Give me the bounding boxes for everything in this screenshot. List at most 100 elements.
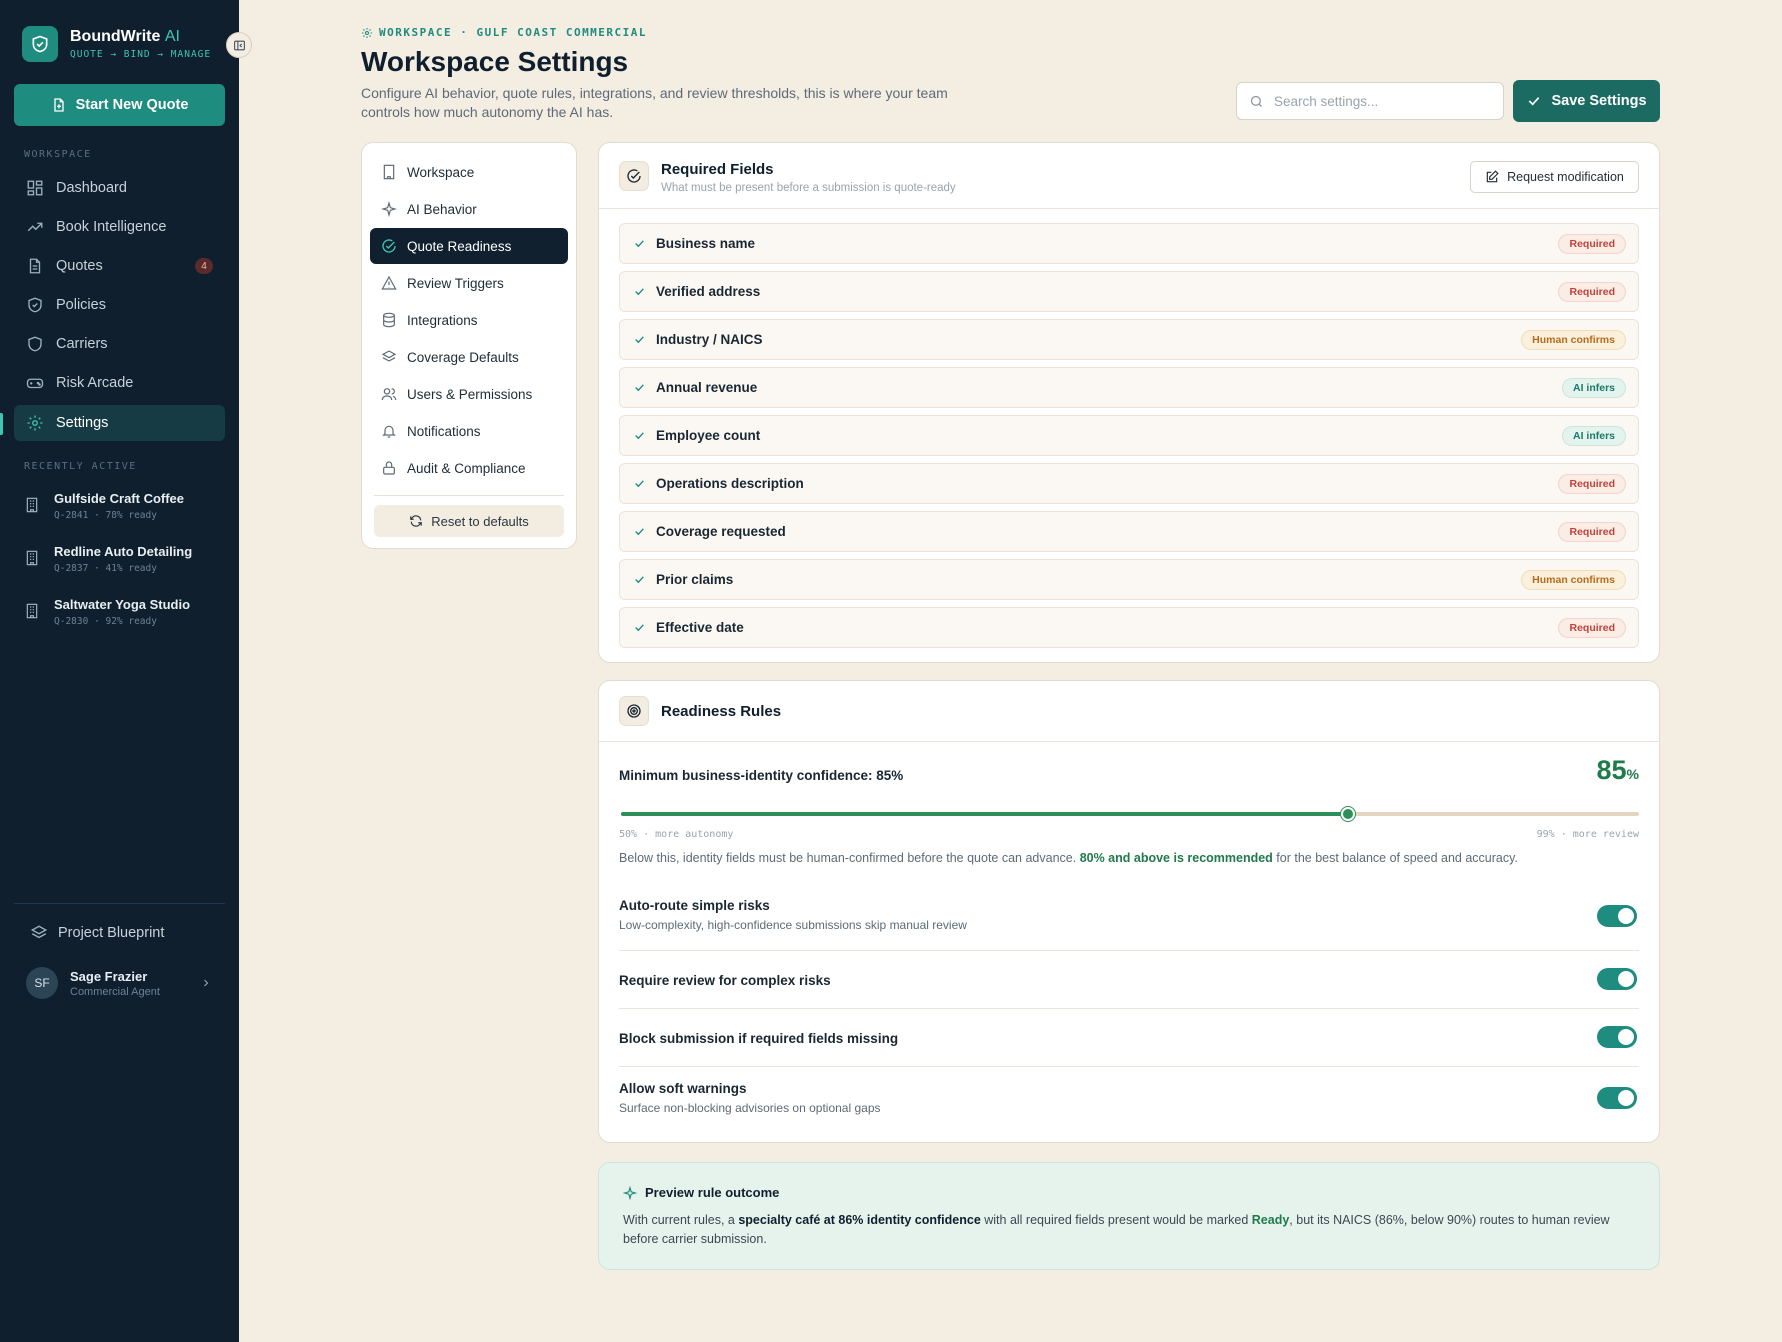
- required-fields-title: Required Fields: [661, 161, 774, 178]
- gear-icon: [27, 415, 43, 431]
- shield-check-icon: [28, 297, 42, 313]
- recent-item[interactable]: Saltwater Yoga Studio Q-2830 · 92% ready: [24, 597, 190, 627]
- confidence-threshold-label: Minimum business-identity confidence: 85…: [619, 768, 904, 783]
- trend-icon: [27, 222, 43, 232]
- settings-nav-notifications[interactable]: Notifications: [370, 413, 568, 449]
- toggle-title: Require review for complex risks: [619, 973, 831, 988]
- complex-review-toggle[interactable]: [1597, 968, 1637, 990]
- search-icon: [1250, 95, 1262, 107]
- recent-item-name: Gulfside Craft Coffee: [54, 491, 185, 506]
- recent-section-label: RECENTLY ACTIVE: [24, 461, 137, 472]
- settings-nav-integrations[interactable]: Integrations: [370, 302, 568, 338]
- sidebar-item-policies[interactable]: Policies: [14, 287, 225, 323]
- bell-icon: [382, 425, 396, 438]
- field-row[interactable]: Annual revenue AI infers: [619, 367, 1639, 408]
- chevron-right-icon[interactable]: [200, 976, 212, 990]
- collapse-sidebar-button[interactable]: [226, 32, 252, 58]
- user-profile[interactable]: SF Sage Frazier Commercial Agent: [26, 967, 160, 999]
- field-row[interactable]: Business name Required: [619, 223, 1639, 264]
- gamepad-icon: [26, 378, 44, 389]
- check-icon: [635, 384, 644, 392]
- recent-item[interactable]: Redline Auto Detailing Q-2837 · 41% read…: [24, 544, 192, 574]
- field-row[interactable]: Employee count AI infers: [619, 415, 1639, 456]
- slider-max-label: 99% · more review: [1536, 829, 1639, 840]
- check-icon: [635, 480, 644, 488]
- field-name: Effective date: [656, 620, 744, 635]
- settings-nav-ai-behavior[interactable]: AI Behavior: [370, 191, 568, 227]
- preview-outcome-card: Preview rule outcome With current rules,…: [598, 1162, 1660, 1270]
- brand[interactable]: BoundWrite AI QUOTE → BIND → MANAGE: [22, 26, 211, 62]
- sidebar-item-book-intelligence[interactable]: Book Intelligence: [14, 209, 225, 245]
- recent-item[interactable]: Gulfside Craft Coffee Q-2841 · 78% ready: [24, 491, 184, 521]
- search-box[interactable]: [1236, 82, 1504, 120]
- check-icon: [635, 288, 644, 296]
- check-icon: [635, 528, 644, 536]
- field-row[interactable]: Prior claims Human confirms: [619, 559, 1639, 600]
- auto-route-toggle[interactable]: [1597, 905, 1637, 927]
- sidebar-item-settings[interactable]: Settings: [14, 405, 225, 441]
- toggle-title: Block submission if required fields miss…: [619, 1031, 899, 1046]
- shield-icon: [28, 336, 42, 352]
- page-description: Configure AI behavior, quote rules, inte…: [361, 85, 948, 120]
- field-name: Verified address: [656, 284, 761, 299]
- block-submission-toggle[interactable]: [1597, 1026, 1637, 1048]
- user-role: Commercial Agent: [70, 985, 160, 998]
- save-settings-button[interactable]: Save Settings: [1513, 80, 1660, 122]
- request-modification-button[interactable]: Request modification: [1470, 161, 1639, 193]
- users-icon: [381, 388, 397, 401]
- field-status-badge: Required: [1558, 522, 1626, 542]
- refresh-icon: [410, 515, 423, 527]
- brand-name: BoundWrite AI: [70, 28, 180, 45]
- required-fields-header: Required Fields What must be present bef…: [599, 143, 1659, 209]
- settings-nav-workspace[interactable]: Workspace: [370, 154, 568, 190]
- search-input[interactable]: [1274, 93, 1474, 109]
- field-row[interactable]: Verified address Required: [619, 271, 1639, 312]
- gear-icon: [362, 27, 372, 38]
- settings-nav-review-triggers[interactable]: Review Triggers: [370, 265, 568, 301]
- check-icon: [635, 432, 644, 440]
- settings-nav-audit-compliance[interactable]: Audit & Compliance: [370, 450, 568, 486]
- recent-item-meta: Q-2841 · 78% ready: [54, 510, 157, 521]
- reset-defaults-button[interactable]: Reset to defaults: [374, 505, 564, 537]
- settings-nav-users-permissions[interactable]: Users & Permissions: [370, 376, 568, 412]
- toggle-row: Allow soft warnings Surface non-blocking…: [619, 1067, 1639, 1130]
- document-icon: [29, 258, 41, 274]
- database-icon: [383, 312, 395, 328]
- warning-icon: [381, 275, 397, 290]
- field-row[interactable]: Coverage requested Required: [619, 511, 1639, 552]
- shield-logo-icon: [22, 26, 58, 62]
- target-icon: [619, 696, 649, 726]
- confidence-slider[interactable]: [621, 807, 1639, 821]
- dashboard-icon: [27, 180, 43, 196]
- preview-text: With current rules, a specialty café at …: [623, 1213, 1610, 1246]
- check-icon: [635, 336, 644, 344]
- sidebar-collapse-icon: [233, 40, 245, 50]
- confidence-threshold-value: 85%: [1596, 755, 1640, 785]
- sparkle-icon: [381, 201, 397, 217]
- soft-warnings-toggle[interactable]: [1597, 1087, 1637, 1109]
- start-new-quote-button[interactable]: Start New Quote: [14, 84, 225, 126]
- field-status-badge: AI infers: [1561, 426, 1626, 446]
- sidebar-item-quotes[interactable]: Quotes 4: [14, 248, 225, 284]
- field-name: Industry / NAICS: [656, 332, 763, 347]
- sidebar: BoundWrite AI QUOTE → BIND → MANAGE Star…: [0, 0, 239, 1342]
- field-name: Coverage requested: [656, 524, 786, 539]
- slider-handle[interactable]: [1341, 807, 1356, 821]
- field-name: Operations description: [656, 476, 804, 491]
- field-row[interactable]: Effective date Required: [619, 607, 1639, 648]
- field-status-badge: Human confirms: [1521, 570, 1626, 590]
- field-row[interactable]: Industry / NAICS Human confirms: [619, 319, 1639, 360]
- sidebar-item-risk-arcade[interactable]: Risk Arcade: [14, 365, 225, 401]
- settings-nav-coverage-defaults[interactable]: Coverage Defaults: [370, 339, 568, 375]
- settings-nav-quote-readiness[interactable]: Quote Readiness: [370, 228, 568, 264]
- brand-tagline: QUOTE → BIND → MANAGE: [70, 49, 212, 60]
- check-circle-icon: [619, 161, 649, 191]
- slider-fill: [621, 812, 1349, 816]
- project-blueprint-link[interactable]: Project Blueprint: [30, 924, 164, 942]
- sidebar-item-dashboard[interactable]: Dashboard: [14, 170, 225, 206]
- sidebar-item-carriers[interactable]: Carriers: [14, 326, 225, 362]
- readiness-rules-header: Readiness Rules: [599, 681, 1659, 742]
- field-row[interactable]: Operations description Required: [619, 463, 1639, 504]
- recent-item-name: Redline Auto Detailing: [54, 544, 193, 559]
- field-status-badge: Required: [1558, 474, 1626, 494]
